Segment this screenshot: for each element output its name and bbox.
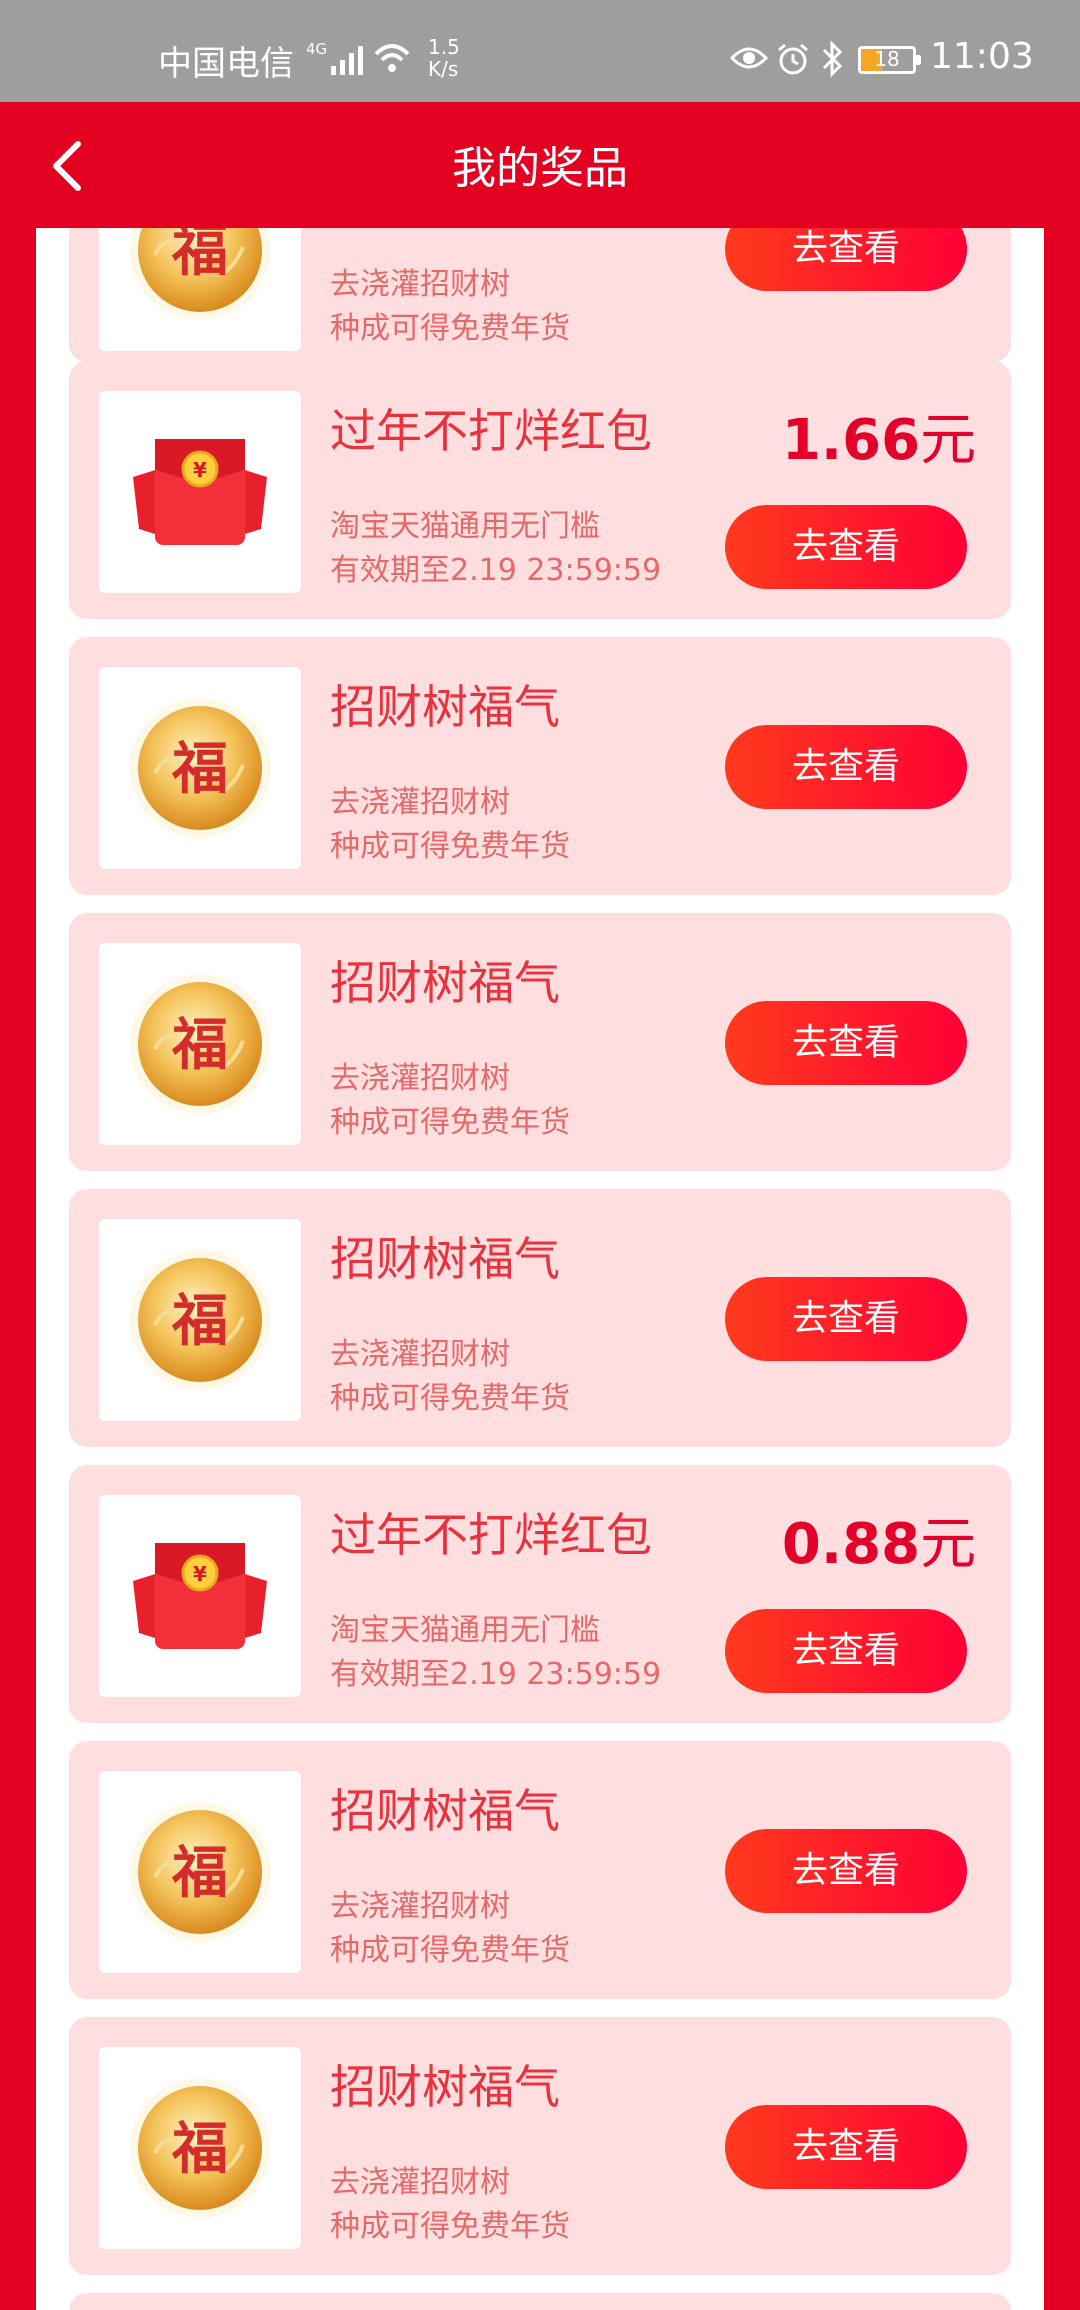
prize-detail: 种成可得免费年货 <box>330 1381 570 1416</box>
prize-title: 招财树福气 <box>330 956 560 1010</box>
prize-card: 福 招财树福气去浇灌招财树种成可得免费年货 去查看 <box>69 913 1011 1171</box>
prize-amount: 0.88元 <box>755 1499 1003 1580</box>
signal-icon <box>331 46 363 75</box>
status-bar: 中国电信 4G 1.5 K/s 18 11:03 <box>0 0 1080 102</box>
prize-card: ¥ 过年不打烊红包淘宝天猫通用无门槛有效期至2.19 23:59:59 1.66元… <box>69 361 1011 619</box>
prize-description: 去浇灌招财树 <box>330 1061 510 1096</box>
fortune-orb-icon: 福 <box>130 228 270 320</box>
carrier-label: 中国电信 <box>158 44 294 84</box>
app-header: 我的奖品 <box>0 102 1080 228</box>
amount-value: 0.88 <box>781 1512 921 1577</box>
fortune-orb-icon: 福 <box>130 698 270 838</box>
prize-detail: 有效期至2.19 23:59:59 <box>330 1657 662 1692</box>
prize-thumbnail: 福 <box>99 228 301 351</box>
svg-text:福: 福 <box>171 1841 228 1906</box>
fortune-orb-icon: 福 <box>130 1250 270 1390</box>
prize-detail: 种成可得免费年货 <box>330 1105 570 1140</box>
prize-thumbnail: 福 <box>99 1771 301 1973</box>
fortune-orb-icon: 福 <box>130 2078 270 2218</box>
eye-icon <box>730 47 768 69</box>
speed-unit: K/s <box>428 57 459 81</box>
svg-text:福: 福 <box>171 737 228 802</box>
svg-text:¥: ¥ <box>193 458 207 482</box>
view-button[interactable]: 去查看 <box>725 1277 967 1361</box>
amount-unit: 元 <box>920 408 977 473</box>
svg-text:福: 福 <box>171 1289 228 1354</box>
prize-title: 过年不打烊红包 <box>330 404 652 458</box>
prize-thumbnail: 福 <box>99 1219 301 1421</box>
prize-description: 淘宝天猫通用无门槛 <box>330 509 600 544</box>
clock: 11:03 <box>930 36 1034 77</box>
prize-card <box>69 2293 1011 2310</box>
prize-title: 招财树福气 <box>330 2060 560 2114</box>
prize-description: 去浇灌招财树 <box>330 1889 510 1924</box>
prize-list[interactable]: 福 招财树福气去浇灌招财树种成可得免费年货去查看 ¥ 过年不打烊红包淘宝天猫通用… <box>36 228 1044 2310</box>
fortune-orb-icon: 福 <box>130 974 270 1114</box>
prize-card: 福 招财树福气去浇灌招财树种成可得免费年货 去查看 <box>69 637 1011 895</box>
red-packet-icon: ¥ <box>133 1543 267 1649</box>
prize-detail: 种成可得免费年货 <box>330 829 570 864</box>
svg-text:福: 福 <box>171 2117 228 2182</box>
network-type: 4G <box>306 40 328 58</box>
prize-detail: 种成可得免费年货 <box>330 2209 570 2244</box>
view-button[interactable]: 去查看 <box>725 2105 967 2189</box>
svg-text:¥: ¥ <box>193 1562 207 1586</box>
prize-description: 去浇灌招财树 <box>330 267 510 302</box>
svg-text:福: 福 <box>171 228 228 284</box>
prize-title: 招财树福气 <box>330 1232 560 1286</box>
prize-amount: 1.66元 <box>755 395 1003 476</box>
prize-title: 招财树福气 <box>330 1784 560 1838</box>
prize-title: 过年不打烊红包 <box>330 1508 652 1562</box>
prize-card: 福 招财树福气去浇灌招财树种成可得免费年货 去查看 <box>69 1189 1011 1447</box>
prize-description: 去浇灌招财树 <box>330 2165 510 2200</box>
prize-thumbnail: 福 <box>99 667 301 869</box>
network-speed: 1.5 K/s <box>428 36 460 80</box>
prize-description: 去浇灌招财树 <box>330 785 510 820</box>
prize-title: 招财树福气 <box>330 680 560 734</box>
wifi-icon <box>374 44 410 72</box>
prize-card: 福 招财树福气去浇灌招财树种成可得免费年货 去查看 <box>69 2017 1011 2275</box>
view-button[interactable]: 去查看 <box>725 1609 967 1693</box>
prize-card: 福 招财树福气去浇灌招财树种成可得免费年货去查看 <box>69 228 1011 362</box>
battery-icon: 18 <box>858 46 921 74</box>
prize-detail: 种成可得免费年货 <box>330 311 570 346</box>
prize-thumbnail: 福 <box>99 2047 301 2249</box>
amount-unit: 元 <box>920 1512 977 1577</box>
view-button[interactable]: 去查看 <box>725 1829 967 1913</box>
speed-value: 1.5 <box>428 35 460 59</box>
bluetooth-icon <box>822 40 843 78</box>
battery-level: 18 <box>874 47 900 71</box>
alarm-icon <box>778 43 808 75</box>
prize-detail: 有效期至2.19 23:59:59 <box>330 553 662 588</box>
prize-card: 福 招财树福气去浇灌招财树种成可得免费年货 去查看 <box>69 1741 1011 1999</box>
prize-detail: 种成可得免费年货 <box>330 1933 570 1968</box>
prize-thumbnail: ¥ <box>99 1495 301 1697</box>
view-button[interactable]: 去查看 <box>725 228 967 291</box>
prize-card: ¥ 过年不打烊红包淘宝天猫通用无门槛有效期至2.19 23:59:59 0.88元… <box>69 1465 1011 1723</box>
view-button[interactable]: 去查看 <box>725 1001 967 1085</box>
prize-description: 去浇灌招财树 <box>330 1337 510 1372</box>
page-title: 我的奖品 <box>452 143 628 194</box>
prize-thumbnail: 福 <box>99 943 301 1145</box>
svg-text:福: 福 <box>171 1013 228 1078</box>
prize-thumbnail: ¥ <box>99 391 301 593</box>
fortune-orb-icon: 福 <box>130 1802 270 1942</box>
amount-value: 1.66 <box>781 408 921 473</box>
view-button[interactable]: 去查看 <box>725 725 967 809</box>
prize-description: 淘宝天猫通用无门槛 <box>330 1613 600 1648</box>
view-button[interactable]: 去查看 <box>725 505 967 589</box>
red-packet-icon: ¥ <box>133 439 267 545</box>
